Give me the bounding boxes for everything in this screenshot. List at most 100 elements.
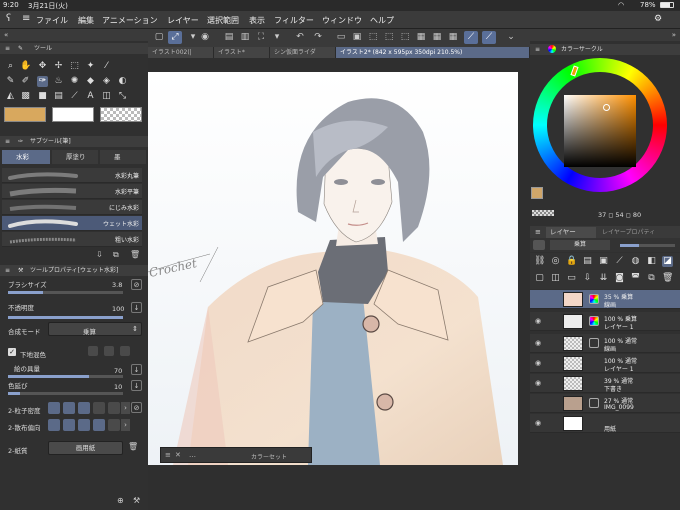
fill-tool-icon[interactable]: ◐ [117,76,128,87]
subtool-tab-watercolor[interactable]: 水彩 [2,150,50,164]
underlay-checkbox[interactable]: ✓ [8,348,16,356]
grain-density-option-1[interactable] [48,402,60,414]
show-selection-icon[interactable]: ▦ [414,31,428,44]
undo-icon[interactable]: ↶ [293,31,307,44]
snap-special-ruler-icon[interactable]: ⟋ [482,31,496,44]
merge-down-icon[interactable]: ⇊ [598,273,609,284]
layer-row[interactable]: 35 % 乗算 線画 [530,290,680,309]
download-icon[interactable]: ⇩ [96,250,103,259]
layer-opacity-slider[interactable] [620,244,675,247]
eye-icon[interactable]: ◉ [535,339,544,347]
reference-layer-icon[interactable]: ◎ [550,256,561,267]
lock-icon[interactable]: 🔒 [566,256,577,267]
scatter-option-2[interactable] [63,419,75,431]
quick-access-icon[interactable]: ⤢ [168,31,182,44]
layer-row[interactable]: ◉ 39 % 通常 下書き [530,374,680,393]
text-icon[interactable]: A [85,91,96,102]
blend-icon[interactable]: ◈ [101,76,112,87]
close-icon[interactable]: ✕ [175,451,181,459]
duplicate-icon[interactable]: ⧉ [113,250,119,260]
grain-density-option-2[interactable] [63,402,75,414]
save-icon[interactable]: ▤ [222,31,236,44]
subtool-tab-thick[interactable]: 厚塗り [52,150,98,164]
brush-item[interactable]: 水彩丸筆 [2,168,142,183]
color-stretch-slider[interactable] [8,392,123,395]
menu-animation[interactable]: アニメーション [102,15,158,26]
layer-row[interactable]: ◉ 100 % 通常 線画 [530,334,680,353]
menu-filter[interactable]: フィルター [274,15,314,26]
menu-icon[interactable]: ≡ [22,13,30,24]
tab-layer[interactable]: レイヤー [546,227,596,238]
fill-icon[interactable]: ⛶ [254,31,268,44]
gradient-icon[interactable]: ▩ [20,91,31,102]
correct-line-icon[interactable]: ⤡ [117,91,128,102]
tab-document-active[interactable]: イラスト2* (842 x 595px 350dpi 210.5%) [336,47,530,58]
new-canvas-icon[interactable]: ▢ [152,31,166,44]
main-color-swatch[interactable] [4,107,46,122]
new-vector-layer-icon[interactable]: ◫ [550,273,561,284]
color-stretch-dynamics-icon[interactable]: ↓ [131,380,142,391]
tab-document-3[interactable]: シン仮面ライダ [270,47,336,58]
clear-outside-icon[interactable]: ▣ [350,31,364,44]
brush-item[interactable]: 水彩平筆 [2,184,142,199]
transfer-down-icon[interactable]: ⇩ [582,273,593,284]
copy-layer-icon[interactable]: ⧉ [646,273,657,284]
zoom-icon[interactable]: ⌕ [5,61,16,72]
eyedropper-icon[interactable]: ⁄ [101,61,112,72]
opacity-slider[interactable] [8,316,123,319]
bucket-icon[interactable]: ◭ [5,91,16,102]
figure-icon[interactable]: ■ [37,91,48,102]
eye-icon[interactable]: ◉ [535,359,544,367]
underlay-option-2[interactable] [104,346,114,356]
crop-icon[interactable]: ▦ [430,31,444,44]
paint-amount-slider[interactable] [8,375,123,378]
scatter-option-4[interactable] [93,419,105,431]
layer-row[interactable]: ◉ 100 % 通常 レイヤー 1 [530,354,680,373]
brush-size-slider[interactable] [8,291,123,294]
new-folder-icon[interactable]: ▭ [566,273,577,284]
menu-selection[interactable]: 選択範囲 [207,15,239,26]
layer-row[interactable]: 27 % 通常 IMG_0099 [530,394,680,413]
transparent-color-swatch[interactable] [100,107,142,122]
layer-color-icon[interactable] [533,240,545,250]
menu-layer[interactable]: レイヤー [167,15,199,26]
collapse-left-icon[interactable]: « [4,31,8,39]
collapse-right-icon[interactable]: » [672,31,676,39]
layer-settings-icon[interactable]: ◪ [662,256,673,267]
paper-texture-select[interactable]: 画用紙 [48,441,123,455]
eye-icon[interactable]: ◉ [535,317,544,325]
redo-icon[interactable]: ↷ [311,31,325,44]
transparent-indicator[interactable] [532,210,554,216]
paint-amount-dynamics-icon[interactable]: ↓ [131,364,142,375]
subtool-tab-ink[interactable]: 墨 [100,150,146,164]
brush-item[interactable]: 粗い水彩 [2,232,142,247]
tab-layer-property[interactable]: レイヤープロパティ [598,227,678,238]
scatter-option-5[interactable] [108,419,120,431]
move-icon[interactable]: ✢ [53,61,64,72]
grain-density-option-3[interactable] [78,402,90,414]
gear-icon[interactable]: ⚙ [654,14,662,24]
menu-view[interactable]: 表示 [249,15,265,26]
apply-mask-icon[interactable]: ◚ [630,273,641,284]
sub-color-swatch[interactable] [52,107,94,122]
wrench-settings-icon[interactable]: ⚒ [133,496,140,505]
saturation-value-square[interactable] [564,95,636,167]
minimize-icon[interactable]: … [189,451,196,459]
trash-icon[interactable]: 🗑 [128,442,138,451]
dropdown-icon[interactable]: ▾ [270,31,284,44]
select-all-icon[interactable]: ⬚ [366,31,380,44]
auto-select-icon[interactable]: ✦ [85,61,96,72]
reset-icon[interactable]: ⊕ [117,496,124,505]
menu-help[interactable]: ヘルプ [370,15,394,26]
chevron-right-icon[interactable]: › [121,402,130,414]
delete-layer-icon[interactable]: 🗑 [662,273,673,284]
frame-icon[interactable]: ▤ [53,91,64,102]
tab-document-2[interactable]: イラスト* [214,47,270,58]
grain-density-dynamics-icon[interactable]: ⊘ [131,402,142,413]
tab-document-1[interactable]: イラスト002(| [148,47,214,58]
ruler-layer-icon[interactable]: ⟋ [614,256,625,267]
palette-color-icon[interactable]: ◍ [630,256,641,267]
scatter-option-3[interactable] [78,419,90,431]
eye-icon[interactable] [535,295,544,303]
underlay-option-3[interactable] [120,346,130,356]
